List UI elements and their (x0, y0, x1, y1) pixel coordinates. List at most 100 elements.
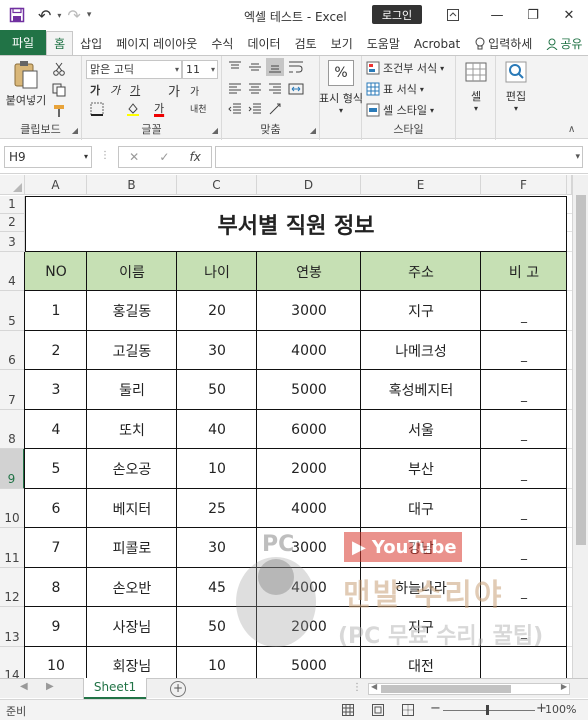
bold-button[interactable]: 가 (90, 82, 100, 98)
header-cell[interactable]: NO (25, 252, 87, 291)
data-cell[interactable]: 강남 (361, 528, 481, 568)
paste-button[interactable]: 붙여넣기 (4, 60, 48, 108)
data-cell[interactable]: 3000 (257, 528, 361, 568)
row-header-9[interactable]: 9 (0, 449, 25, 489)
data-cell[interactable]: 하늘나라 (361, 568, 481, 607)
data-cell[interactable]: 대전 (361, 647, 481, 678)
cut-icon[interactable] (52, 62, 66, 76)
data-cell[interactable]: 10 (25, 647, 87, 678)
conditional-format-button[interactable]: 조건부 서식 ▾ (366, 60, 444, 76)
restore-button[interactable]: ❐ (516, 0, 550, 30)
fill-color-icon[interactable] (126, 102, 140, 116)
horizontal-scrollbar[interactable]: ◀ ▶ (368, 682, 570, 695)
data-cell[interactable]: 30 (177, 331, 257, 370)
data-cell[interactable]: 8 (25, 568, 87, 607)
tab-acrobat[interactable]: Acrobat (407, 32, 467, 56)
page-layout-view-icon[interactable] (370, 702, 386, 717)
scroll-right-icon[interactable]: ▶ (561, 682, 567, 691)
next-sheet-icon[interactable]: ▶ (46, 681, 54, 692)
tab-formulas[interactable]: 수식 (204, 32, 240, 56)
data-cell[interactable]: 사장님 (87, 607, 177, 647)
font-launcher-icon[interactable]: ◢ (212, 126, 218, 135)
data-cell[interactable]: 대구 (361, 489, 481, 528)
login-button[interactable]: 로그인 (372, 5, 422, 24)
data-cell[interactable]: 7 (25, 528, 87, 568)
align-middle-icon[interactable] (248, 60, 262, 74)
select-all-corner[interactable] (0, 175, 25, 195)
collapse-ribbon-icon[interactable]: ∧ (568, 124, 575, 135)
remark-cell[interactable]: _ (521, 348, 527, 362)
column-header-d[interactable]: D (257, 175, 361, 195)
data-cell[interactable]: 10 (177, 449, 257, 489)
normal-view-icon[interactable] (340, 702, 356, 717)
decrease-indent-icon[interactable] (228, 102, 242, 116)
tab-home[interactable]: 홈 (46, 31, 74, 56)
grow-font-button[interactable]: 가 (168, 81, 180, 100)
prev-sheet-icon[interactable]: ◀ (20, 681, 28, 692)
remark-cell[interactable]: _ (521, 309, 527, 323)
format-painter-icon[interactable] (52, 104, 66, 118)
scroll-left-icon[interactable]: ◀ (371, 682, 377, 691)
tab-page-layout[interactable]: 페이지 레이아웃 (109, 32, 204, 56)
data-cell[interactable]: 45 (177, 568, 257, 607)
data-cell[interactable]: 고길동 (87, 331, 177, 370)
align-bottom-icon[interactable] (266, 58, 284, 76)
insert-function-icon[interactable]: fx (190, 150, 201, 164)
data-cell[interactable]: 6000 (257, 410, 361, 449)
header-cell[interactable]: 비 고 (481, 252, 567, 291)
shrink-font-button[interactable]: 가 (190, 83, 199, 98)
column-header-c[interactable]: C (177, 175, 257, 195)
enter-icon[interactable]: ✓ (159, 150, 169, 164)
data-cell[interactable]: 5000 (257, 647, 361, 678)
data-cell[interactable]: 또치 (87, 410, 177, 449)
data-cell[interactable]: 5000 (257, 370, 361, 410)
phonetic-button[interactable]: 내천 (190, 102, 207, 115)
tab-insert[interactable]: 삽입 (73, 32, 109, 56)
row-header-2[interactable]: 2 (0, 214, 25, 232)
data-cell[interactable]: 40 (177, 410, 257, 449)
data-cell[interactable]: 둘리 (87, 370, 177, 410)
row-header-7[interactable]: 7 (0, 370, 25, 410)
data-cell[interactable]: 20 (177, 291, 257, 331)
data-cell[interactable]: 나메크성 (361, 331, 481, 370)
row-header-6[interactable]: 6 (0, 331, 25, 370)
data-cell[interactable]: 2000 (257, 449, 361, 489)
worksheet-grid[interactable]: A B C D E F 1 2 3 4 5 6 7 8 9 10 11 12 13 14 부서별 직원 정보 NO 이름 나이… (0, 175, 572, 678)
data-cell[interactable]: 5 (25, 449, 87, 489)
data-cell[interactable]: 2000 (257, 607, 361, 647)
remark-cell[interactable]: _ (521, 585, 527, 599)
data-cell[interactable]: 베지터 (87, 489, 177, 528)
column-header-a[interactable]: A (25, 175, 87, 195)
tab-view[interactable]: 보기 (324, 32, 360, 56)
data-cell[interactable]: 피콜로 (87, 528, 177, 568)
remark-cell[interactable]: _ (521, 506, 527, 520)
tab-review[interactable]: 검토 (288, 32, 324, 56)
sheet-tab-sheet1[interactable]: Sheet1 (84, 678, 146, 699)
row-header-13[interactable]: 13 (0, 607, 25, 647)
tell-me-search[interactable]: 입력하세 (467, 32, 539, 56)
copy-icon[interactable] (52, 83, 66, 97)
formula-input[interactable] (215, 146, 583, 168)
row-header-12[interactable]: 12 (0, 568, 25, 607)
data-cell[interactable]: 지구 (361, 291, 481, 331)
underline-button[interactable]: 가 (130, 82, 140, 98)
italic-button[interactable]: 가 (110, 82, 120, 98)
row-header-5[interactable]: 5 (0, 291, 25, 331)
minimize-button[interactable]: — (480, 0, 514, 30)
vertical-scroll-thumb[interactable] (576, 195, 586, 545)
data-cell[interactable]: 홍길동 (87, 291, 177, 331)
page-break-view-icon[interactable] (400, 702, 416, 717)
data-cell[interactable]: 4 (25, 410, 87, 449)
remark-cell[interactable]: _ (521, 546, 527, 560)
row-header-4[interactable]: 4 (0, 252, 25, 291)
align-left-icon[interactable] (228, 82, 242, 96)
column-header-f[interactable]: F (481, 175, 567, 195)
row-header-3[interactable]: 3 (0, 232, 25, 252)
split-handle-icon[interactable]: ⋮ (352, 682, 362, 693)
header-cell[interactable]: 연봉 (257, 252, 361, 291)
remark-cell[interactable]: _ (521, 388, 527, 402)
data-cell[interactable]: 손오반 (87, 568, 177, 607)
undo-dropdown-icon[interactable]: ▾ (57, 11, 61, 20)
ribbon-display-icon[interactable] (436, 0, 470, 30)
expand-formula-icon[interactable]: ▾ (575, 152, 580, 162)
